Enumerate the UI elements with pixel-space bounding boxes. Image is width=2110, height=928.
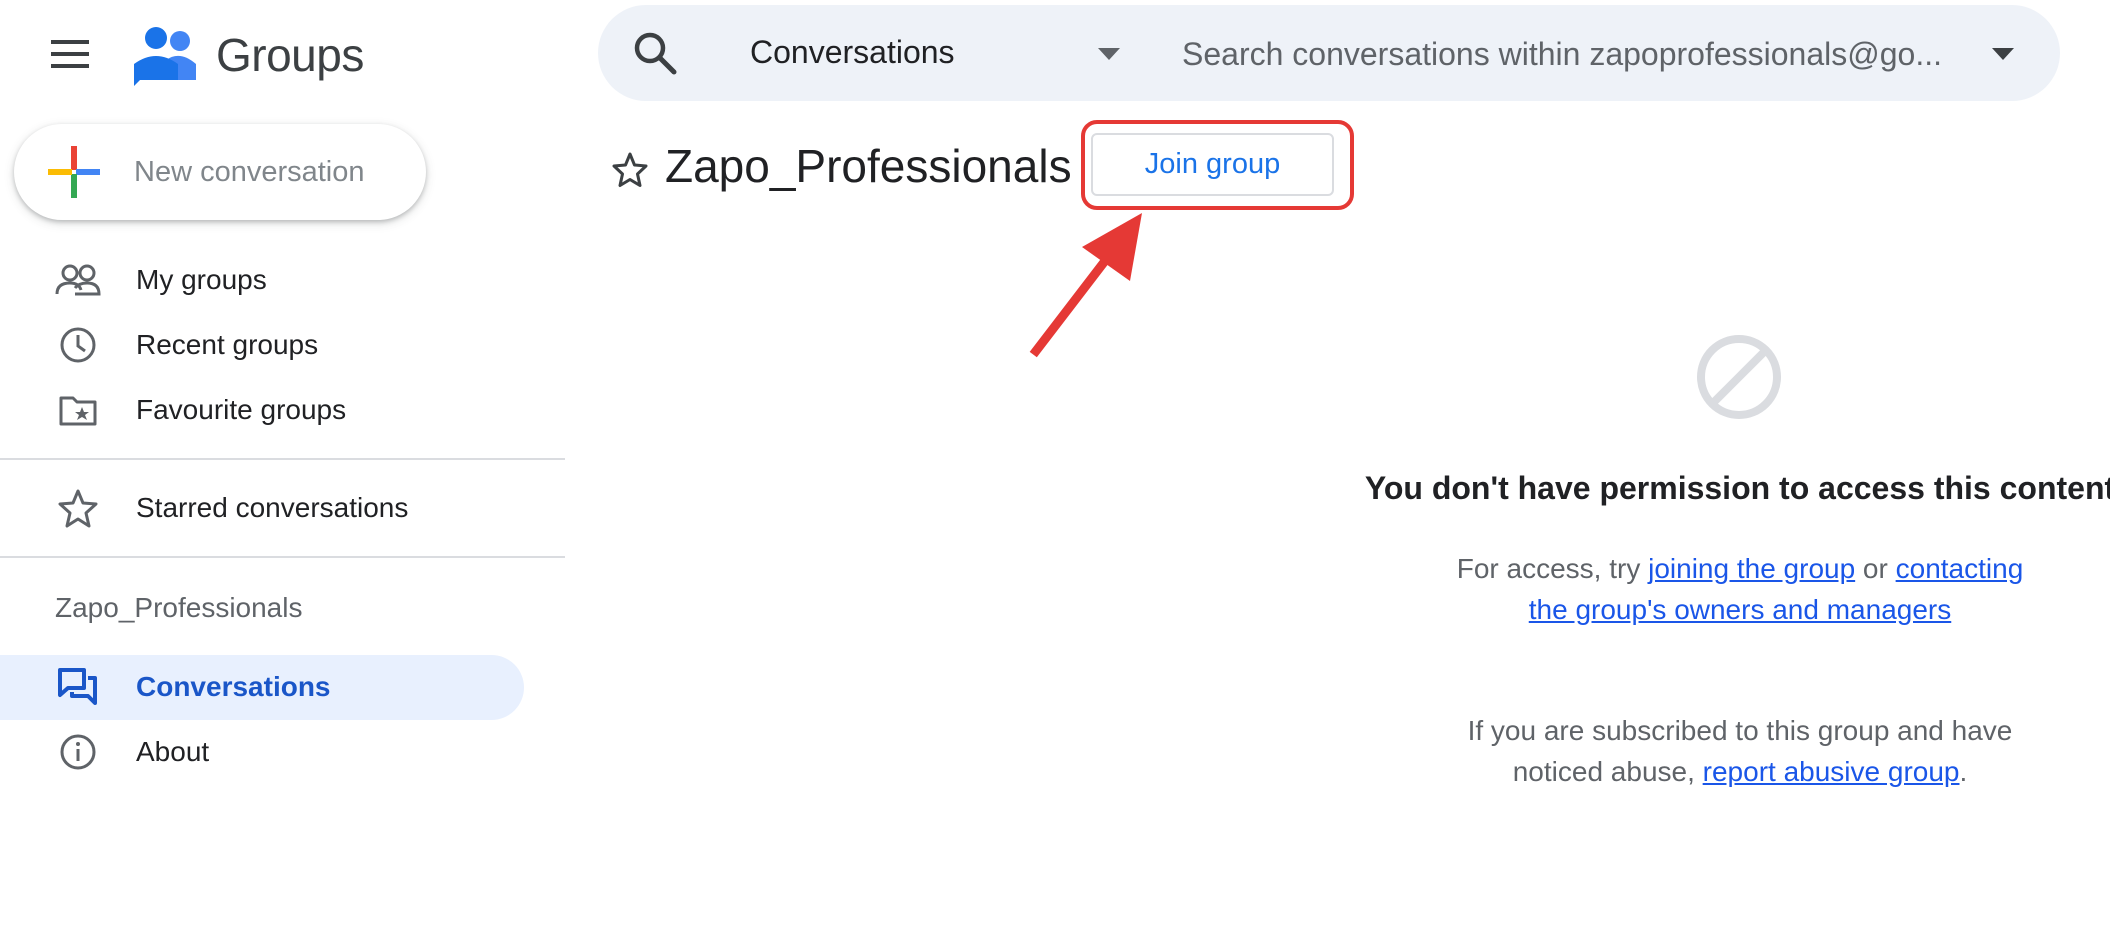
groups-logo-icon xyxy=(134,27,196,86)
sidebar-item-label: Favourite groups xyxy=(136,394,347,425)
info-icon xyxy=(54,728,102,776)
group-section-heading: Zapo_Professionals xyxy=(55,592,303,623)
sidebar-item-label: Conversations xyxy=(136,671,331,702)
groups-logo[interactable]: Groups xyxy=(132,24,364,86)
search-scope-select[interactable]: Conversations xyxy=(750,34,955,71)
folder-star-icon xyxy=(54,386,102,434)
star-icon xyxy=(54,484,102,532)
app-title: Groups xyxy=(216,29,364,81)
sidebar-item-label: Recent groups xyxy=(136,329,319,360)
permission-access-text: For access, try joining the group or con… xyxy=(1440,548,2040,630)
sidebar-item-label: My groups xyxy=(136,264,267,295)
favourite-star-icon[interactable] xyxy=(610,150,650,190)
hamburger-menu-icon xyxy=(51,40,89,68)
access-prefix-text: For access, try xyxy=(1456,553,1649,584)
sidebar-divider xyxy=(0,458,565,460)
chevron-down-icon[interactable] xyxy=(1094,44,1124,64)
annotation-arrow-icon xyxy=(1029,213,1142,358)
new-conversation-label: New conversation xyxy=(134,155,365,188)
new-conversation-button[interactable]: New conversation xyxy=(14,124,426,220)
sidebar-item-favourite-groups[interactable]: Favourite groups xyxy=(0,379,560,441)
join-group-link[interactable]: joining the group xyxy=(1648,553,1855,584)
or-text: or xyxy=(1855,553,1896,584)
search-input[interactable] xyxy=(1180,26,1964,82)
people-icon xyxy=(54,256,102,304)
forum-icon xyxy=(54,663,102,711)
sidebar-item-recent-groups[interactable]: Recent groups xyxy=(0,314,560,376)
report-abuse-link[interactable]: report abusive group xyxy=(1703,756,1960,787)
clock-icon xyxy=(54,321,102,369)
permission-abuse-text: If you are subscribed to this group and … xyxy=(1440,710,2040,792)
plus-icon xyxy=(48,146,100,198)
abuse-suffix-text: . xyxy=(1959,756,1968,787)
main-menu-button[interactable] xyxy=(46,30,94,78)
sidebar-item-conversations[interactable]: Conversations xyxy=(0,656,524,718)
annotation-highlight-box xyxy=(1081,120,1354,210)
sidebar-item-about[interactable]: About xyxy=(0,721,524,783)
sidebar-item-starred-conversations[interactable]: Starred conversations xyxy=(0,477,560,539)
permission-title: You don't have permission to access this… xyxy=(1364,470,2110,506)
sidebar-item-label: About xyxy=(136,736,210,767)
sidebar-item-my-groups[interactable]: My groups xyxy=(0,249,560,311)
page-title: Zapo_Professionals xyxy=(665,140,1072,192)
search-options-dropdown-icon[interactable] xyxy=(1988,44,2018,64)
sidebar-item-label: Starred conversations xyxy=(136,492,409,523)
no-access-icon xyxy=(1697,335,1781,419)
search-icon[interactable] xyxy=(630,28,680,78)
sidebar-divider xyxy=(0,556,565,558)
